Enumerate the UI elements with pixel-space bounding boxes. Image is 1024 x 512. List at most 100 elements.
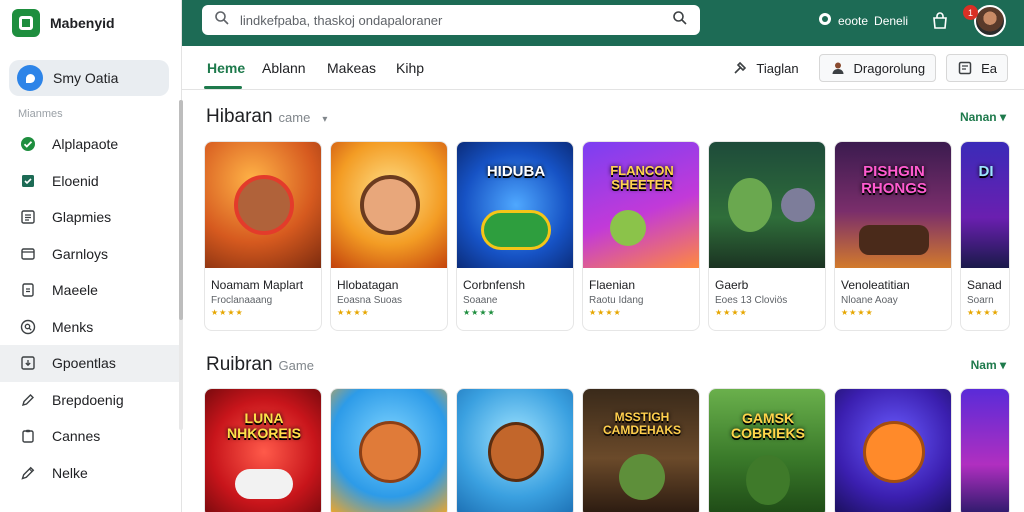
user-prefix: eoote — [838, 13, 869, 28]
sidebar-primary-item[interactable]: Smy Oatia — [9, 60, 169, 96]
tab-4[interactable]: Kihp — [396, 60, 424, 76]
card-title: Flaenian — [589, 278, 636, 292]
game-card[interactable]: Gaerb Eoes 13 Cloviös ★★★★ — [708, 141, 826, 331]
thumbnail-title: FLANCON SHEETER — [610, 163, 674, 193]
sidebar-item-8[interactable]: Brepdoenig — [0, 382, 181, 419]
game-card[interactable] — [456, 388, 574, 512]
game-thumbnail: LUNA NHKOREIS — [205, 389, 321, 512]
thumbnail-title: GAMSK COBRIEKS — [731, 410, 805, 442]
card-subtitle: Soaane — [463, 295, 498, 306]
tab-bar: Heme Ablann Makeas Kihp Tiaglan Dragorol… — [182, 46, 1024, 90]
top-bar: eoote Deneli 1 — [182, 0, 1024, 46]
sidebar-item-3[interactable]: Glapmies — [0, 199, 181, 236]
rating-stars: ★★★★ — [967, 308, 1000, 317]
check-circle-icon — [20, 136, 36, 152]
sidebar-item-label: Maeele — [52, 282, 98, 299]
character-icon — [859, 225, 929, 256]
bookmark-check-icon — [20, 173, 36, 189]
game-thumbnail — [961, 389, 1009, 512]
account-button-label: Dragorolung — [853, 60, 926, 76]
game-card[interactable]: FLANCON SHEETER Flaenian Raotu Idang ★★★… — [582, 141, 700, 331]
character-icon — [609, 209, 646, 246]
tab-2[interactable]: Ablann — [262, 60, 306, 76]
section-more-label: Nam — [970, 358, 997, 372]
game-row-1: Noamam Maplart Froclanaaang ★★★★ Hlobata… — [204, 141, 1010, 331]
sidebar-item-label: Eloenid — [52, 172, 99, 189]
character-icon — [360, 175, 420, 235]
sidebar-item-9[interactable]: Cannes — [0, 418, 181, 455]
edit-button[interactable]: Tiaglan — [722, 54, 808, 82]
game-thumbnail — [205, 142, 321, 268]
sidebar-item-7[interactable]: Gpoentlas — [0, 345, 181, 382]
tab-3[interactable]: Makeas — [327, 60, 376, 76]
game-card[interactable]: GAMSK COBRIEKS — [708, 388, 826, 512]
section-more-link[interactable]: Nam ▾ — [971, 358, 1006, 372]
shopping-bag-icon[interactable] — [930, 11, 950, 31]
card-title: Sanad — [967, 278, 1002, 292]
sidebar-scroll-thumb[interactable] — [179, 100, 183, 320]
rating-stars: ★★★★ — [337, 308, 370, 317]
sidebar-item-4[interactable]: Garnloys — [0, 236, 181, 273]
sidebar-item-6[interactable]: Menks — [0, 309, 181, 346]
search-submit-icon[interactable] — [672, 10, 688, 31]
game-thumbnail: FLANCON SHEETER — [583, 142, 699, 268]
card-subtitle: Eoes 13 Cloviös — [715, 295, 788, 306]
character-icon — [746, 454, 790, 505]
sidebar-item-10[interactable]: Nelke — [0, 455, 181, 492]
game-card[interactable]: Hlobatagan Eoasna Suoas ★★★★ — [330, 141, 448, 331]
character-icon — [863, 421, 925, 483]
sidebar-scrollbar[interactable] — [179, 100, 183, 430]
section-more-link[interactable]: Nanan ▾ — [960, 110, 1006, 124]
card-title: Hlobatagan — [337, 278, 399, 292]
game-card[interactable]: Noamam Maplart Froclanaaang ★★★★ — [204, 141, 322, 331]
sidebar-item-1[interactable]: Alplapaote — [0, 126, 181, 163]
section-header-1: Hibaran came ▾ — [206, 106, 327, 128]
game-card[interactable]: DI Sanad Soarn ★★★★ — [960, 141, 1010, 331]
sidebar-item-2[interactable]: Eloenid — [0, 163, 181, 200]
avatar[interactable] — [974, 5, 1006, 37]
search-box[interactable] — [202, 5, 700, 35]
sidebar-item-label: Glapmies — [52, 209, 112, 226]
game-card[interactable] — [834, 388, 952, 512]
game-card[interactable]: PISHGIN RHONGS Venoleatitian Nloane Aoay… — [834, 141, 952, 331]
brand-name: Mabenyid — [50, 15, 115, 31]
user-menu[interactable]: eoote Deneli — [818, 12, 908, 29]
sidebar-primary-label: Smy Oatia — [53, 70, 119, 86]
game-thumbnail — [835, 389, 951, 512]
list-icon — [20, 209, 36, 225]
section-header-2: Ruibran Game — [206, 354, 314, 376]
account-button[interactable]: Dragorolung — [818, 54, 937, 82]
pen-icon — [20, 392, 36, 408]
card-subtitle: Raotu Idang — [589, 295, 644, 306]
more-button[interactable]: Ea — [946, 54, 1008, 82]
rating-stars: ★★★★ — [211, 308, 244, 317]
notification-badge: 1 — [963, 5, 978, 20]
chevron-down-icon[interactable]: ▾ — [322, 114, 327, 125]
creature-icon — [780, 188, 815, 222]
rating-stars: ★★★★ — [841, 308, 874, 317]
card-subtitle: Eoasna Suoas — [337, 295, 403, 306]
rating-stars: ★★★★ — [589, 308, 622, 317]
game-card[interactable] — [330, 388, 448, 512]
game-thumbnail — [709, 142, 825, 268]
search-icon — [214, 10, 230, 31]
game-card[interactable]: MSSTIGH CAMDEHAKS — [582, 388, 700, 512]
search-input[interactable] — [240, 12, 662, 28]
game-card[interactable]: HIDUBA Corbnfensh Soaane ★★★★ — [456, 141, 574, 331]
game-card[interactable]: LUNA NHKOREIS — [204, 388, 322, 512]
tablet-icon — [20, 282, 36, 298]
pencil-icon — [20, 465, 36, 481]
sidebar-item-label: Brepdoenig — [52, 391, 124, 408]
user-status-icon — [818, 12, 832, 29]
sidebar-item-5[interactable]: Maeele — [0, 272, 181, 309]
section-title: Hibaran — [206, 106, 273, 127]
section-title: Ruibran — [206, 354, 273, 375]
thumbnail-title: HIDUBA — [486, 163, 546, 180]
tab-home[interactable]: Heme — [207, 60, 245, 76]
game-card[interactable] — [960, 388, 1010, 512]
game-thumbnail — [457, 389, 573, 512]
gamepad-icon — [481, 210, 551, 251]
search-circle-icon — [20, 319, 36, 335]
character-icon — [728, 178, 773, 232]
brand[interactable]: Mabenyid — [0, 0, 181, 46]
